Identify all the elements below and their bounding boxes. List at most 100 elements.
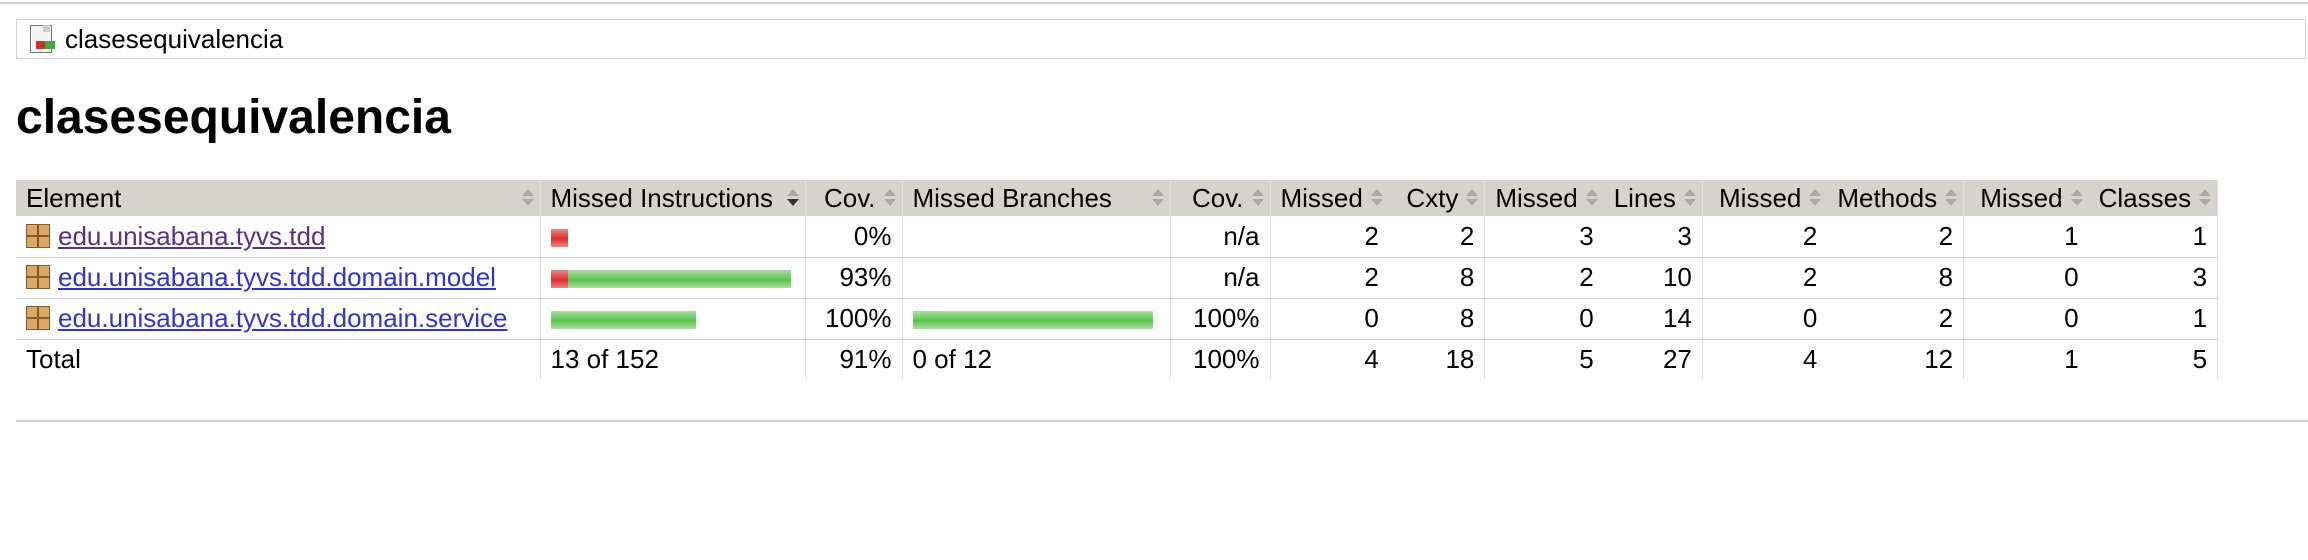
bottom-divider <box>16 420 2308 422</box>
missed-lines: 0 <box>1484 298 1604 340</box>
package-link[interactable]: edu.unisabana.tyvs.tdd.domain.service <box>58 303 508 333</box>
total-instructions-cov: 91% <box>805 339 903 379</box>
sort-icon <box>521 189 534 207</box>
element-cell: edu.unisabana.tyvs.tdd.domain.model <box>16 257 541 299</box>
sort-icon <box>1466 189 1479 207</box>
instructions-bar-cell <box>540 216 806 258</box>
instructions-bar-cell <box>540 298 806 340</box>
table-total-row: Total 13 of 152 91% 0 of 12 100% 4 18 5 … <box>16 339 2219 379</box>
instructions-cov: 93% <box>805 257 903 299</box>
missed-lines: 2 <box>1484 257 1604 299</box>
sort-descending-icon <box>786 189 799 207</box>
table-row: edu.unisabana.tyvs.tdd.domain.model 93% … <box>16 257 2219 299</box>
total-methods: 12 <box>1827 339 1965 379</box>
page-title: clasesequivalencia <box>16 91 451 144</box>
header-methods[interactable]: Methods <box>1827 180 1965 216</box>
sort-icon <box>1370 189 1383 207</box>
missed-instructions-bar <box>550 270 568 289</box>
covered-instructions-bar <box>567 270 791 289</box>
lines: 10 <box>1603 257 1703 299</box>
instructions-bar-cell <box>540 257 806 299</box>
total-classes: 5 <box>2088 339 2219 379</box>
branches-cov: 100% <box>1170 298 1271 340</box>
classes: 3 <box>2088 257 2219 299</box>
sort-icon <box>1945 189 1958 207</box>
cxty: 8 <box>1388 257 1486 299</box>
total-label: Total <box>16 339 541 379</box>
package-icon <box>26 223 50 248</box>
classes: 1 <box>2088 298 2219 340</box>
missed-cxty: 0 <box>1270 298 1389 340</box>
header-missed-cxty[interactable]: Missed <box>1270 180 1389 216</box>
sort-icon <box>2199 189 2212 207</box>
total-branches-cov: 100% <box>1170 339 1271 379</box>
instructions-cov: 100% <box>805 298 903 340</box>
total-branches: 0 of 12 <box>902 339 1171 379</box>
covered-instructions-bar <box>550 311 696 330</box>
header-cxty[interactable]: Cxty <box>1388 180 1486 216</box>
sort-icon <box>2070 189 2083 207</box>
branches-bar-cell <box>902 257 1171 299</box>
methods: 8 <box>1827 257 1965 299</box>
missed-classes: 0 <box>1963 298 2089 340</box>
covered-branches-bar <box>912 311 1153 330</box>
coverage-table: Element Missed Instructions Cov. Missed … <box>16 180 2219 379</box>
sort-icon <box>1809 189 1822 207</box>
sort-icon <box>1585 189 1598 207</box>
sort-icon <box>1151 189 1164 207</box>
instructions-cov: 0% <box>805 216 903 258</box>
cxty: 2 <box>1388 216 1486 258</box>
total-missed-classes: 1 <box>2064 343 2079 374</box>
header-classes[interactable]: Classes <box>2088 180 2219 216</box>
report-session-icon <box>27 24 57 54</box>
cxty: 8 <box>1388 298 1486 340</box>
package-link[interactable]: edu.unisabana.tyvs.tdd <box>58 221 325 251</box>
total-cxty: 18 <box>1388 339 1486 379</box>
table-row: edu.unisabana.tyvs.tdd 0% n/a 2 2 3 3 2 … <box>16 216 2219 258</box>
header-element[interactable]: Element <box>16 180 541 216</box>
breadcrumb-label: clasesequivalencia <box>65 23 284 54</box>
package-icon <box>26 306 50 331</box>
branches-bar-cell <box>902 298 1171 340</box>
missed-cxty: 2 <box>1270 216 1389 258</box>
methods: 2 <box>1827 216 1965 258</box>
missed-lines: 3 <box>1484 216 1604 258</box>
element-cell: edu.unisabana.tyvs.tdd <box>16 216 541 258</box>
header-missed-lines[interactable]: Missed <box>1484 180 1604 216</box>
header-missed-branches[interactable]: Missed Branches <box>902 180 1171 216</box>
missed-methods: 2 <box>1702 257 1828 299</box>
breadcrumb: clasesequivalencia <box>16 19 2306 59</box>
lines: 14 <box>1603 298 1703 340</box>
element-cell: edu.unisabana.tyvs.tdd.domain.service <box>16 298 541 340</box>
missed-classes: 0 <box>1963 257 2089 299</box>
table-header-row: Element Missed Instructions Cov. Missed … <box>16 180 2219 216</box>
missed-methods: 2 <box>1702 216 1828 258</box>
classes: 1 <box>2088 216 2219 258</box>
branches-cov: n/a <box>1170 257 1271 299</box>
sort-icon <box>883 189 896 207</box>
missed-methods: 0 <box>1702 298 1828 340</box>
lines: 3 <box>1603 216 1703 258</box>
methods: 2 <box>1827 298 1965 340</box>
package-icon <box>26 265 50 290</box>
header-missed-methods[interactable]: Missed <box>1702 180 1828 216</box>
header-branches-cov[interactable]: Cov. <box>1170 180 1271 216</box>
header-missed-classes[interactable]: Missed <box>1963 180 2089 216</box>
total-missed-cxty: 4 <box>1364 343 1379 374</box>
total-missed-methods: 4 <box>1802 343 1818 374</box>
total-missed-lines: 5 <box>1579 343 1594 374</box>
top-divider <box>0 2 2308 4</box>
total-lines: 27 <box>1603 339 1703 379</box>
header-missed-instructions[interactable]: Missed Instructions <box>540 180 806 216</box>
package-link[interactable]: edu.unisabana.tyvs.tdd.domain.model <box>58 262 496 292</box>
branches-bar-cell <box>902 216 1171 258</box>
missed-instructions-bar <box>550 228 568 247</box>
header-lines[interactable]: Lines <box>1603 180 1703 216</box>
sort-icon <box>1683 189 1696 207</box>
missed-cxty: 2 <box>1270 257 1389 299</box>
branches-cov: n/a <box>1170 216 1271 258</box>
header-instructions-cov[interactable]: Cov. <box>805 180 903 216</box>
table-row: edu.unisabana.tyvs.tdd.domain.service 10… <box>16 298 2219 340</box>
total-instructions: 13 of 152 <box>540 339 806 379</box>
sort-icon <box>1251 189 1264 207</box>
